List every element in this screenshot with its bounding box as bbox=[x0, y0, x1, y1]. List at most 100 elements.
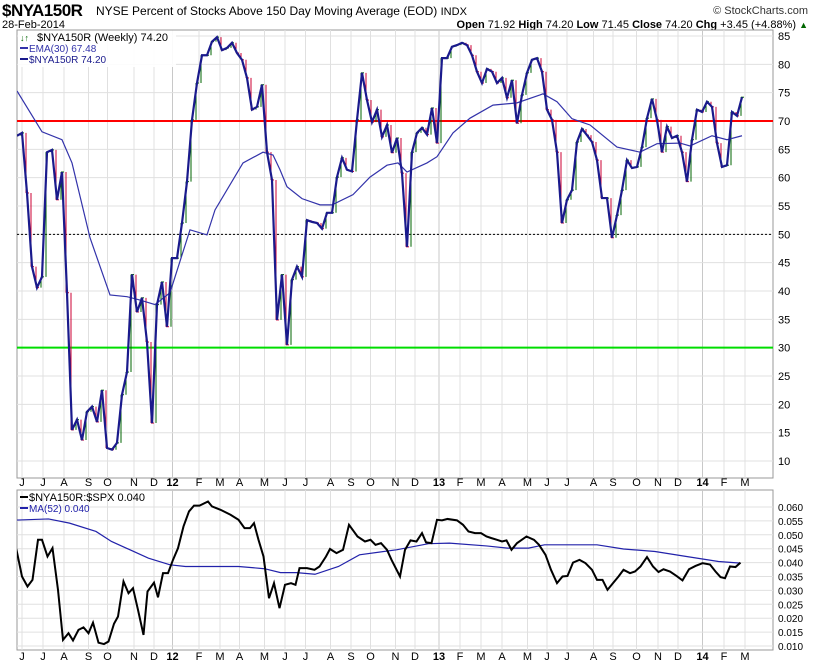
legend-price: $NYA150R (Weekly) 74.20 bbox=[37, 32, 168, 44]
x-tick-label: O bbox=[103, 651, 112, 663]
y-tick-label: 80 bbox=[778, 59, 790, 71]
x-tick-label: M bbox=[476, 477, 485, 489]
chart-canvas: 10 15 20 25 30 35 40 45 50 55 60 65 70 75 80 85 0.010 0.0… bbox=[16, 29, 803, 663]
x-tick-label: A bbox=[498, 477, 506, 489]
x-tick-label: J bbox=[303, 651, 309, 663]
y-tick-label: 50 bbox=[778, 229, 790, 241]
y-tick-label: 10 bbox=[778, 456, 790, 468]
x-tick-label: A bbox=[60, 477, 68, 489]
x-tick-label: A bbox=[498, 651, 506, 663]
x-tick-label: N bbox=[392, 477, 400, 489]
x-tick-label: 12 bbox=[166, 477, 178, 489]
x-tick-label: M bbox=[260, 477, 269, 489]
legend-ma52: MA(52) 0.040 bbox=[29, 504, 90, 515]
legend-close: $NYA150R 74.20 bbox=[29, 55, 107, 66]
y-tick-label: 35 bbox=[778, 314, 790, 326]
x-tick-label: N bbox=[130, 477, 138, 489]
x-tick-label: F bbox=[457, 651, 464, 663]
legend-ema: EMA(30) 67.48 bbox=[29, 44, 97, 55]
y-tick-label: 15 bbox=[778, 428, 790, 440]
x-tick-label: J bbox=[303, 477, 309, 489]
ohlc-legend-icon: ↓↑ bbox=[20, 33, 29, 43]
x-tick-label: A bbox=[590, 651, 598, 663]
stockchart: $NYA150R NYSE Percent of Stocks Above 15… bbox=[0, 0, 820, 668]
x-tick-label: D bbox=[150, 477, 158, 489]
x-tick-label: J bbox=[564, 477, 570, 489]
x-tick-label: M bbox=[260, 651, 269, 663]
x-tick-label: N bbox=[130, 651, 138, 663]
x-tick-label: O bbox=[632, 651, 641, 663]
y-tick-label: 0.040 bbox=[778, 559, 803, 570]
x-tick-label: F bbox=[721, 477, 728, 489]
y-tick-label: 0.015 bbox=[778, 628, 803, 639]
x-tick-label: M bbox=[476, 651, 485, 663]
x-tick-label: D bbox=[674, 477, 682, 489]
x-tick-label: J bbox=[544, 651, 550, 663]
y-tick-label: 20 bbox=[778, 399, 790, 411]
y-tick-label: 0.035 bbox=[778, 573, 803, 584]
x-tick-label: O bbox=[366, 651, 375, 663]
x-tick-label: J bbox=[40, 651, 46, 663]
y-tick-label: 0.010 bbox=[778, 642, 803, 653]
y-tick-label: 0.045 bbox=[778, 545, 803, 556]
x-tick-label: A bbox=[590, 477, 598, 489]
y-tick-label: 55 bbox=[778, 201, 790, 213]
x-tick-label: J bbox=[40, 477, 46, 489]
x-tick-label: D bbox=[150, 651, 158, 663]
y-tick-label: 0.050 bbox=[778, 531, 803, 542]
x-tick-label: J bbox=[564, 651, 570, 663]
x-tick-label: D bbox=[674, 651, 682, 663]
x-tick-label: D bbox=[411, 651, 419, 663]
x-tick-label: A bbox=[236, 477, 244, 489]
x-tick-label: F bbox=[721, 651, 728, 663]
x-tick-label: A bbox=[327, 651, 335, 663]
x-tick-label: M bbox=[740, 477, 749, 489]
y-tick-label: 40 bbox=[778, 286, 790, 298]
y-tick-label: 30 bbox=[778, 343, 790, 355]
y-tick-label: 45 bbox=[778, 258, 790, 270]
y-tick-label: 75 bbox=[778, 88, 790, 100]
x-tick-label: F bbox=[457, 477, 464, 489]
y-tick-label: 85 bbox=[778, 31, 790, 43]
y-tick-label: 0.030 bbox=[778, 586, 803, 597]
x-tick-label: M bbox=[215, 477, 224, 489]
y-tick-label: 0.055 bbox=[778, 517, 803, 528]
x-tick-label: S bbox=[609, 651, 616, 663]
y-tick-label: 0.060 bbox=[778, 503, 803, 514]
y-tick-label: 60 bbox=[778, 173, 790, 185]
x-tick-label: 13 bbox=[433, 477, 445, 489]
x-tick-label: M bbox=[215, 651, 224, 663]
x-tick-label: F bbox=[196, 651, 203, 663]
y-tick-label: 25 bbox=[778, 371, 790, 383]
x-tick-label: M bbox=[523, 651, 532, 663]
x-tick-label: O bbox=[632, 477, 641, 489]
x-tick-label: A bbox=[327, 477, 335, 489]
x-tick-label: F bbox=[196, 477, 203, 489]
y-tick-label: 70 bbox=[778, 116, 790, 128]
y-tick-label: 65 bbox=[778, 144, 790, 156]
x-tick-label: S bbox=[347, 477, 354, 489]
x-tick-label: J bbox=[282, 477, 288, 489]
x-tick-label: 13 bbox=[433, 651, 445, 663]
x-tick-label: A bbox=[236, 651, 244, 663]
x-tick-label: J bbox=[19, 651, 25, 663]
x-tick-label: 14 bbox=[696, 477, 709, 489]
x-tick-label: A bbox=[60, 651, 68, 663]
x-tick-label: N bbox=[654, 651, 662, 663]
x-tick-label: O bbox=[103, 477, 112, 489]
x-tick-label: J bbox=[282, 651, 288, 663]
x-tick-label: N bbox=[392, 651, 400, 663]
x-tick-label: J bbox=[19, 477, 25, 489]
y-tick-label: 0.020 bbox=[778, 614, 803, 625]
x-tick-label: M bbox=[523, 477, 532, 489]
x-tick-label: D bbox=[411, 477, 419, 489]
legend-ratio: $NYA150R:$SPX 0.040 bbox=[29, 492, 145, 504]
x-tick-label: S bbox=[609, 477, 616, 489]
x-tick-label: S bbox=[85, 477, 92, 489]
x-tick-label: 14 bbox=[696, 651, 709, 663]
x-tick-label: S bbox=[85, 651, 92, 663]
x-tick-label: M bbox=[740, 651, 749, 663]
x-tick-label: N bbox=[654, 477, 662, 489]
x-tick-label: 12 bbox=[166, 651, 178, 663]
y-tick-label: 0.025 bbox=[778, 600, 803, 611]
